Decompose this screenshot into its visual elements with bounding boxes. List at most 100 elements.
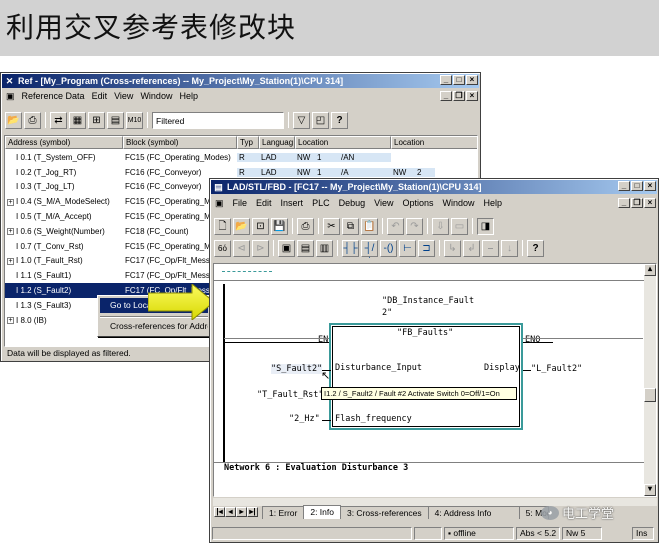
filter-dropdown[interactable]: Filtered — [152, 111, 284, 129]
mdi-restore-button[interactable]: ❐ — [631, 198, 643, 208]
menu-edit[interactable]: Edit — [256, 198, 272, 208]
mdi-close-button[interactable]: × — [466, 91, 478, 101]
box-icon[interactable]: ⊐ — [418, 239, 435, 257]
coil-icon[interactable]: -() — [380, 239, 397, 257]
scroll-up-button[interactable]: ▴ — [644, 264, 656, 276]
tab-next-button[interactable]: ▸ — [236, 507, 247, 517]
left-power-rail — [223, 284, 225, 462]
mdi-restore-button[interactable]: ❐ — [453, 91, 465, 101]
cross-ref-icon[interactable]: ⇄ — [50, 111, 67, 129]
menu-plc[interactable]: PLC — [312, 198, 330, 208]
operand-2-hz[interactable]: "2_Hz" — [289, 414, 320, 424]
window-1-icon[interactable]: ▣ — [278, 239, 295, 257]
window-2-icon[interactable]: ▤ — [297, 239, 314, 257]
close-button[interactable]: × — [466, 75, 478, 85]
open-folder-icon[interactable]: 📂 — [233, 217, 250, 235]
menu-help[interactable]: Help — [179, 91, 198, 101]
menu-file[interactable]: File — [233, 198, 248, 208]
expand-plus-icon[interactable]: + — [7, 317, 14, 325]
help-icon[interactable]: ? — [527, 239, 544, 257]
new-file-icon[interactable]: 🗋 — [214, 217, 231, 235]
glasses-icon[interactable]: 6ό — [214, 239, 231, 257]
mdi-minimize-button[interactable]: _ — [440, 91, 452, 101]
assignment-icon[interactable]: ▦ — [69, 111, 86, 129]
redo-icon[interactable]: ↷ — [406, 217, 423, 235]
tab-address-info[interactable]: 4: Address Info — [427, 506, 520, 519]
tab-last-button[interactable]: ▸| — [247, 507, 258, 517]
close-branch-icon[interactable]: ↲ — [463, 239, 480, 257]
operand-t-fault-rst[interactable]: "T_Fault_Rst" — [257, 390, 324, 400]
nc-contact-icon[interactable]: ┤/├ — [361, 239, 378, 258]
expand-plus-icon[interactable]: + — [7, 228, 14, 236]
tab-cross-references[interactable]: 3: Cross-references — [339, 506, 429, 519]
download-icon[interactable]: ⇩ — [432, 217, 449, 235]
cut-icon[interactable]: ✂ — [323, 217, 340, 235]
col-language[interactable]: Languag — [259, 136, 295, 149]
expand-plus-icon[interactable]: + — [7, 257, 14, 265]
branch-icon[interactable]: ⊢ — [399, 239, 416, 257]
menu-debug[interactable]: Debug — [339, 198, 366, 208]
table-row[interactable]: I 0.1 (T_System_OFF) FC15 (FC_Operating_M… — [5, 150, 477, 165]
expand-plus-icon[interactable]: + — [7, 198, 14, 206]
maximize-button[interactable]: □ — [631, 181, 643, 191]
menu-view[interactable]: View — [374, 198, 393, 208]
network-next-icon[interactable]: ⊳ — [252, 239, 269, 257]
scroll-down-button[interactable]: ▾ — [644, 484, 656, 496]
context-cross-references[interactable]: Cross-references for Address — [100, 319, 208, 334]
tab-info[interactable]: 2: Info — [303, 505, 341, 519]
tab-first-button[interactable]: |◂ — [214, 507, 225, 517]
unused-symbols-icon[interactable]: ▤ — [107, 111, 124, 129]
col-address[interactable]: Address (symbol) — [5, 136, 123, 149]
menu-options[interactable]: Options — [402, 198, 433, 208]
undo-icon[interactable]: ↶ — [387, 217, 404, 235]
help-icon[interactable]: ? — [331, 111, 348, 129]
paste-icon[interactable]: 📋 — [361, 217, 378, 235]
col-location[interactable]: Location — [295, 136, 391, 149]
no-contact-icon[interactable]: ┤├ — [342, 239, 359, 257]
program-structure-icon[interactable]: ⊞ — [88, 111, 105, 129]
cell-text: I 0.7 (T_Conv_Rst) — [16, 241, 84, 251]
menu-window[interactable]: Window — [443, 198, 475, 208]
open-branch-icon[interactable]: ↳ — [444, 239, 461, 257]
menu-insert[interactable]: Insert — [281, 198, 304, 208]
col-location-2[interactable]: Location — [391, 136, 477, 149]
network-prev-icon[interactable]: ⊲ — [233, 239, 250, 257]
fb-faults-box[interactable]: "FB_Faults" EN ENO Disturbance_Input Dis… — [318, 323, 540, 430]
minimize-button[interactable]: _ — [440, 75, 452, 85]
close-button[interactable]: × — [644, 181, 656, 191]
menu-edit[interactable]: Edit — [92, 91, 108, 101]
print-icon[interactable]: ⎙ — [297, 217, 314, 235]
address-without-symbol-icon[interactable]: M10 — [126, 111, 143, 129]
open-folder-icon[interactable]: 📂 — [5, 111, 22, 129]
line-icon[interactable]: ⎯ — [482, 239, 499, 257]
print-icon[interactable]: ⎙ — [24, 111, 41, 129]
operand-s-fault2[interactable]: "S_Fault2" — [271, 364, 323, 374]
tab-prev-button[interactable]: ◂ — [225, 507, 236, 517]
save-icon[interactable]: 💾 — [271, 217, 288, 235]
monitor-icon[interactable]: ▭ — [451, 217, 468, 235]
operand-l-fault2[interactable]: "L_Fault2" — [531, 364, 582, 374]
accessible-nodes-icon[interactable]: ⊡ — [252, 217, 269, 235]
line-down-icon[interactable]: ↓ — [501, 239, 518, 257]
menu-reference-data[interactable]: Reference Data — [22, 91, 85, 101]
window-3-icon[interactable]: ▥ — [316, 239, 333, 257]
copy-icon[interactable]: ⧉ — [342, 217, 359, 235]
tab-error[interactable]: 1: Error — [262, 506, 305, 519]
new-window-icon[interactable]: ◰ — [312, 111, 329, 129]
menu-help[interactable]: Help — [484, 198, 503, 208]
col-type[interactable]: Typ — [237, 136, 259, 149]
mdi-close-button[interactable]: × — [644, 198, 656, 208]
ref-titlebar[interactable]: ✕ Ref - [My_Program (Cross-references) -… — [2, 74, 479, 88]
filter-icon[interactable]: ▽ — [293, 111, 310, 129]
minimize-button[interactable]: _ — [618, 181, 630, 191]
vertical-scrollbar[interactable]: ▴ ▾ — [644, 264, 656, 496]
col-block[interactable]: Block (symbol) — [123, 136, 237, 149]
scroll-thumb[interactable] — [644, 388, 656, 402]
editor-titlebar[interactable]: ▤ LAD/STL/FBD - [FC17 -- My_Project\My_S… — [211, 180, 657, 194]
maximize-button[interactable]: □ — [453, 75, 465, 85]
menu-view[interactable]: View — [114, 91, 133, 101]
overview-icon[interactable]: ◨ — [477, 217, 494, 235]
menu-window[interactable]: Window — [140, 91, 172, 101]
mdi-minimize-button[interactable]: _ — [618, 198, 630, 208]
